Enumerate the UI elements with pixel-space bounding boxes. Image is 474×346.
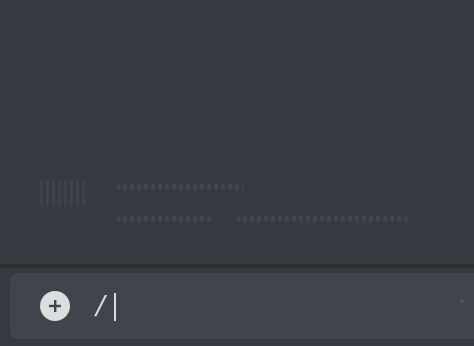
faded-message bbox=[36, 176, 416, 236]
message-composer: / bbox=[10, 273, 474, 339]
composer-divider bbox=[0, 264, 474, 268]
faded-author-line bbox=[116, 184, 244, 190]
chat-messages-area bbox=[0, 0, 474, 266]
plus-circle-icon bbox=[49, 300, 61, 312]
faded-avatar bbox=[40, 180, 86, 206]
add-attachment-button[interactable] bbox=[40, 291, 70, 321]
faded-text-line bbox=[236, 216, 408, 222]
message-input[interactable] bbox=[94, 287, 454, 325]
composer-edge-dot bbox=[460, 299, 464, 303]
faded-text-line bbox=[116, 216, 212, 222]
